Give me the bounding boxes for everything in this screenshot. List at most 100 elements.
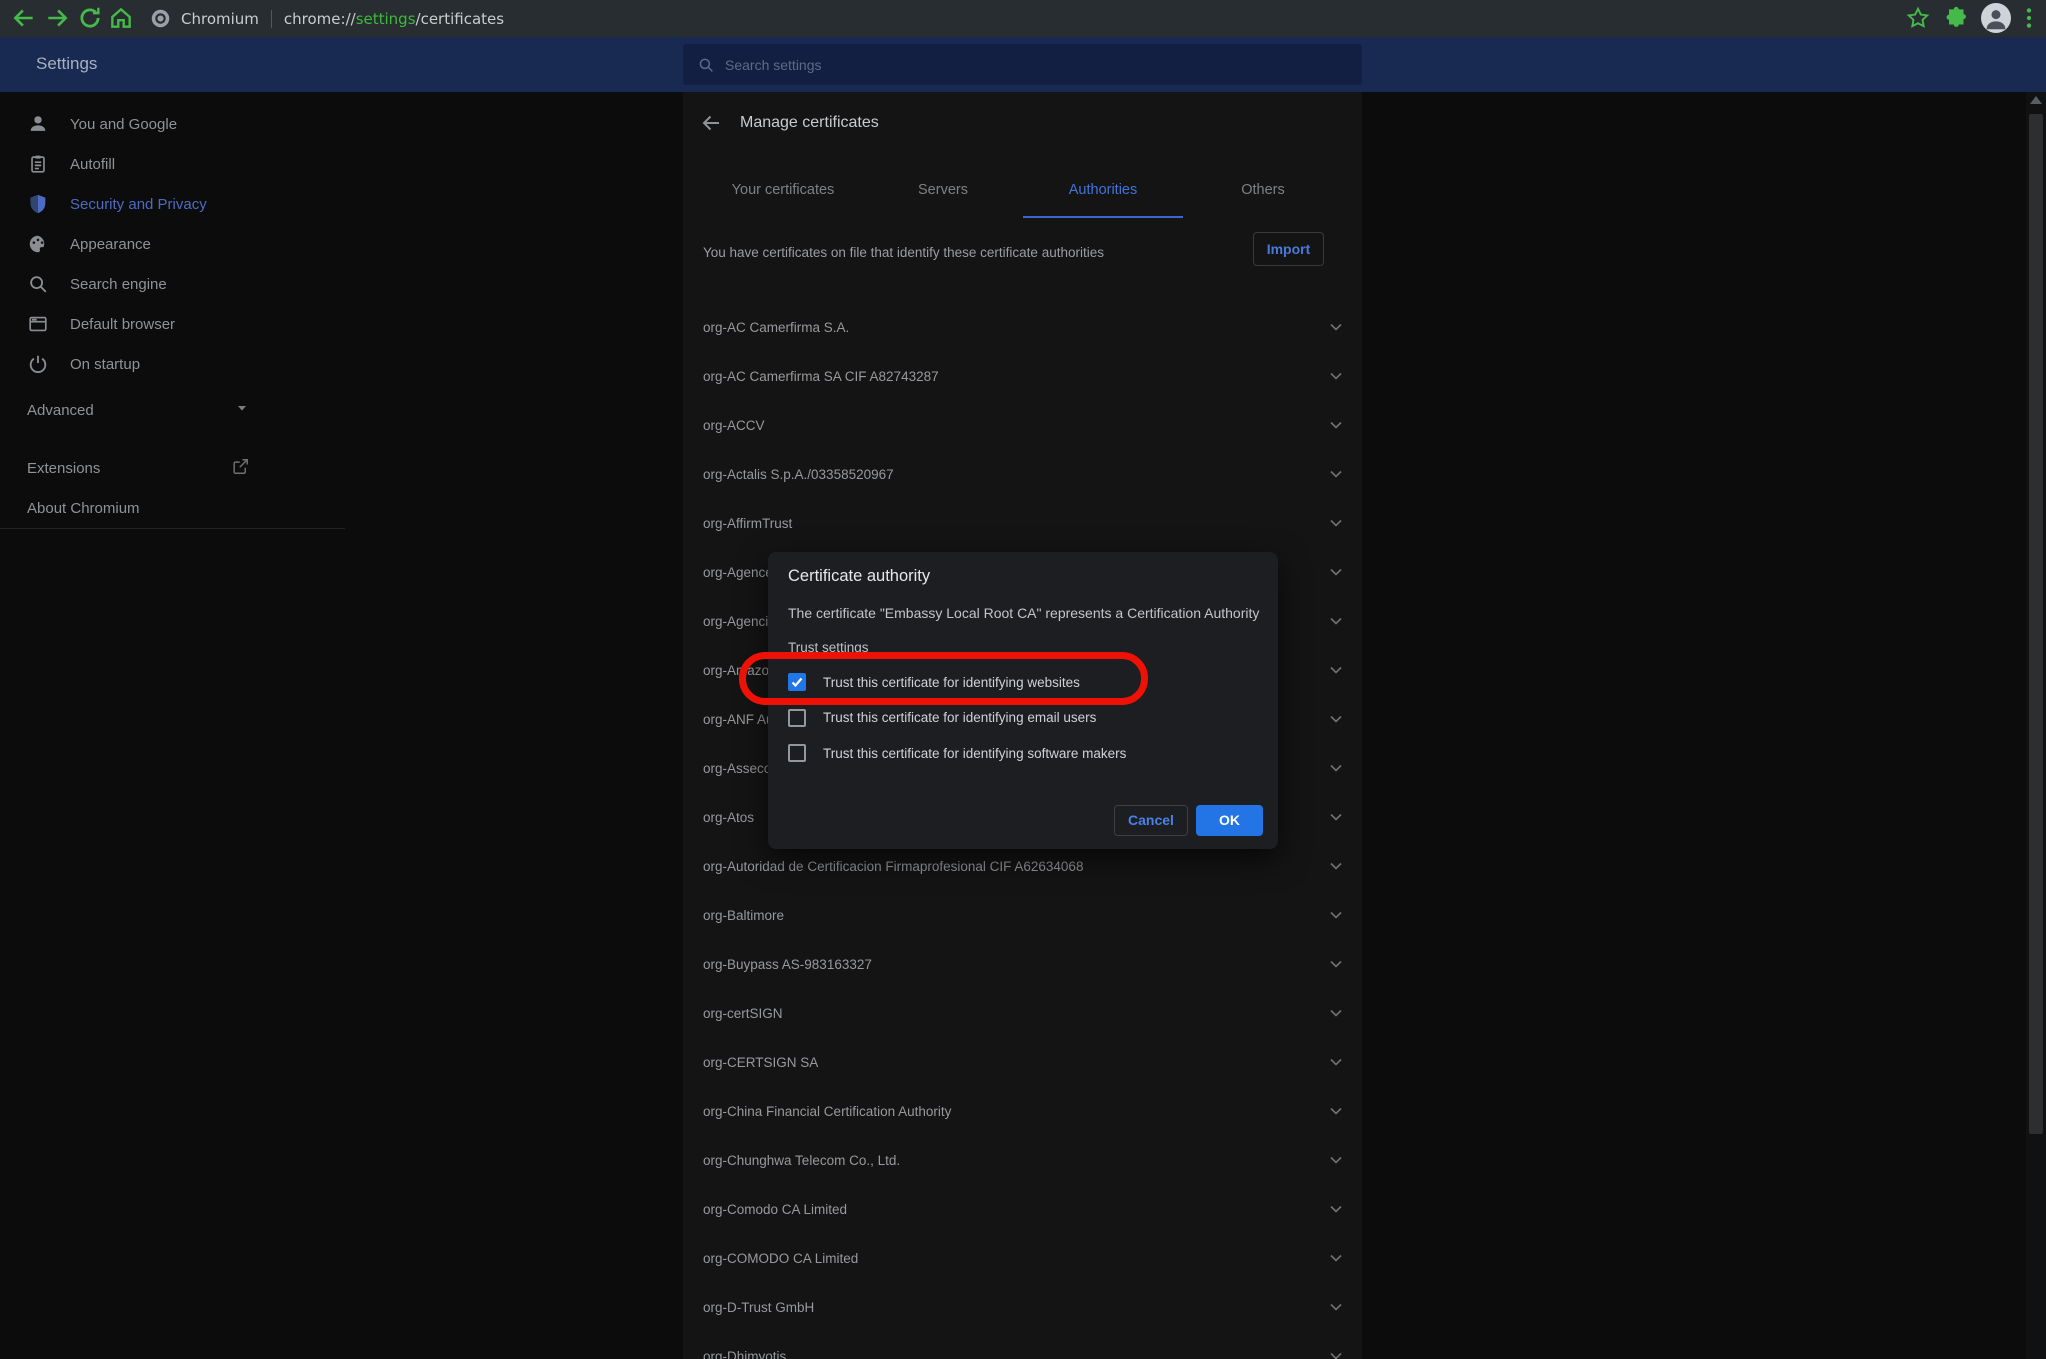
cert-name: org-China Financial Certification Author…	[703, 1087, 951, 1136]
forward-icon[interactable]	[44, 5, 70, 31]
checkbox[interactable]	[788, 744, 806, 762]
dialog-title: Certificate authority	[788, 567, 930, 586]
chevron-down-icon[interactable]	[1326, 905, 1346, 925]
chevron-down-icon[interactable]	[1326, 611, 1346, 631]
cert-row[interactable]: org-Comodo CA Limited	[683, 1185, 1362, 1234]
import-button[interactable]: Import	[1253, 232, 1324, 266]
chevron-down-icon[interactable]	[1326, 513, 1346, 533]
cert-name: org-certSIGN	[703, 989, 783, 1038]
chevron-down-icon[interactable]	[1326, 709, 1346, 729]
cert-row[interactable]: org-Dhimyotis	[683, 1332, 1362, 1359]
chevron-down-icon[interactable]	[1326, 954, 1346, 974]
sidebar-item-search-engine[interactable]: Search engine	[0, 264, 345, 304]
caret-down-icon	[234, 400, 250, 420]
page-title: Manage certificates	[740, 114, 879, 132]
checkbox-label: Trust this certificate for identifying s…	[823, 746, 1126, 761]
cert-name: org-AffirmTrust	[703, 499, 792, 548]
trust-checkbox-row: Trust this certificate for identifying w…	[788, 670, 1258, 694]
tab-servers[interactable]: Servers	[863, 168, 1023, 210]
sidebar-item-default-browser[interactable]: Default browser	[0, 304, 345, 344]
scrollbar-thumb[interactable]	[2029, 114, 2043, 1134]
cert-row[interactable]: org-certSIGN	[683, 989, 1362, 1038]
check-icon	[790, 675, 804, 689]
shield-icon	[27, 193, 49, 215]
scrollbar[interactable]	[2026, 92, 2046, 1359]
chevron-down-icon[interactable]	[1326, 1101, 1346, 1121]
sidebar-item-on-startup[interactable]: On startup	[0, 344, 345, 384]
cert-row[interactable]: org-COMODO CA Limited	[683, 1234, 1362, 1283]
chevron-down-icon[interactable]	[1326, 415, 1346, 435]
palette-icon	[27, 233, 49, 255]
settings-title: Settings	[36, 54, 97, 74]
reload-icon[interactable]	[77, 5, 103, 31]
cert-row[interactable]: org-D-Trust GmbH	[683, 1283, 1362, 1332]
dialog-body: The certificate "Embassy Local Root CA" …	[788, 605, 1259, 621]
extensions-puzzle-icon[interactable]	[1944, 5, 1970, 31]
cert-name: org-ACCV	[703, 401, 765, 450]
chevron-down-icon[interactable]	[1326, 1346, 1346, 1359]
sidebar-advanced[interactable]: Advanced	[0, 390, 345, 430]
chevron-down-icon[interactable]	[1326, 317, 1346, 337]
scroll-up-arrow-icon[interactable]	[2030, 96, 2042, 104]
sidebar-item-you-and-google[interactable]: You and Google	[0, 104, 345, 144]
sidebar-item-autofill[interactable]: Autofill	[0, 144, 345, 184]
cert-name: org-Buypass AS-983163327	[703, 940, 872, 989]
cert-row[interactable]: org-CERTSIGN SA	[683, 1038, 1362, 1087]
cert-name: org-D-Trust GmbH	[703, 1283, 814, 1332]
url-text[interactable]: chrome://settings/certificates	[284, 10, 504, 28]
cert-row[interactable]: org-Baltimore	[683, 891, 1362, 940]
cert-row[interactable]: org-Actalis S.p.A./03358520967	[683, 450, 1362, 499]
chevron-down-icon[interactable]	[1326, 1003, 1346, 1023]
checkbox-label: Trust this certificate for identifying e…	[823, 710, 1096, 725]
cert-name: org-Dhimyotis	[703, 1332, 786, 1359]
search-input[interactable]: Search settings	[683, 44, 1362, 85]
checkbox[interactable]	[788, 709, 806, 727]
avatar[interactable]	[1981, 3, 2011, 33]
home-icon[interactable]	[108, 5, 134, 31]
chevron-down-icon[interactable]	[1326, 758, 1346, 778]
cert-row[interactable]: org-AC Camerfirma SA CIF A82743287	[683, 352, 1362, 401]
sidebar-about-chromium[interactable]: About Chromium	[0, 488, 345, 528]
menu-kebab-icon[interactable]	[2016, 5, 2042, 31]
cert-row[interactable]: org-Autoridad de Certificacion Firmaprof…	[683, 842, 1362, 891]
chevron-down-icon[interactable]	[1326, 464, 1346, 484]
cert-row[interactable]: org-AC Camerfirma S.A.	[683, 303, 1362, 352]
cert-row[interactable]: org-China Financial Certification Author…	[683, 1087, 1362, 1136]
sidebar-item-security-and-privacy[interactable]: Security and Privacy	[0, 184, 345, 224]
ok-button[interactable]: OK	[1196, 805, 1263, 836]
chevron-down-icon[interactable]	[1326, 1150, 1346, 1170]
chevron-down-icon[interactable]	[1326, 1297, 1346, 1317]
checkbox-label: Trust this certificate for identifying w…	[823, 675, 1080, 690]
chevron-down-icon[interactable]	[1326, 807, 1346, 827]
cert-name: org-Atos	[703, 793, 754, 842]
import-description: You have certificates on file that ident…	[703, 245, 1104, 260]
chevron-down-icon[interactable]	[1326, 562, 1346, 582]
tab-authorities[interactable]: Authorities	[1023, 168, 1183, 210]
chevron-down-icon[interactable]	[1326, 1248, 1346, 1268]
cert-row[interactable]: org-Chunghwa Telecom Co., Ltd.	[683, 1136, 1362, 1185]
tab-your-certificates[interactable]: Your certificates	[703, 168, 863, 210]
external-link-icon	[231, 457, 250, 480]
cert-name: org-COMODO CA Limited	[703, 1234, 858, 1283]
cert-row[interactable]: org-Buypass AS-983163327	[683, 940, 1362, 989]
sidebar-item-appearance[interactable]: Appearance	[0, 224, 345, 264]
cancel-button[interactable]: Cancel	[1114, 805, 1188, 836]
cert-row[interactable]: org-ACCV	[683, 401, 1362, 450]
cert-name: org-Actalis S.p.A./03358520967	[703, 450, 894, 499]
sidebar-extensions[interactable]: Extensions	[0, 448, 345, 488]
bookmark-star-icon[interactable]	[1905, 5, 1931, 31]
chevron-down-icon[interactable]	[1326, 1052, 1346, 1072]
chevron-down-icon[interactable]	[1326, 660, 1346, 680]
back-icon[interactable]	[699, 111, 723, 135]
search-icon	[27, 273, 49, 295]
trust-checkbox-row: Trust this certificate for identifying e…	[788, 706, 1258, 730]
chevron-down-icon[interactable]	[1326, 856, 1346, 876]
chevron-down-icon[interactable]	[1326, 366, 1346, 386]
cert-row[interactable]: org-AffirmTrust	[683, 499, 1362, 548]
back-icon[interactable]	[11, 5, 37, 31]
tab-bar: Your certificates Servers Authorities Ot…	[703, 168, 1343, 210]
chevron-down-icon[interactable]	[1326, 1199, 1346, 1219]
checkbox[interactable]	[788, 673, 806, 691]
tab-others[interactable]: Others	[1183, 168, 1343, 210]
cert-name: org-Autoridad de Certificacion Firmaprof…	[703, 842, 1083, 891]
